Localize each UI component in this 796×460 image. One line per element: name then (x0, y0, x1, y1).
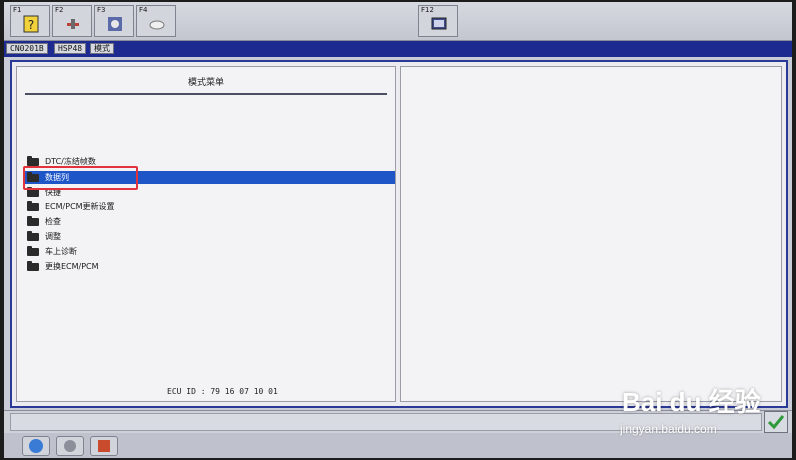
status-chip-mode: 模式 (90, 43, 114, 54)
menu-item-adjust[interactable]: 调整 (23, 230, 395, 243)
app-icon (64, 440, 76, 452)
f1-help-button[interactable]: F1 ? (10, 5, 50, 37)
f12-label: F12 (421, 6, 434, 14)
f2-button[interactable]: F2 (52, 5, 92, 37)
status-chip-code: HSP48 (54, 43, 87, 54)
watermark-site: jingyan.baidu.com (620, 422, 717, 436)
menu-item-onboard-diag[interactable]: 车上诊断 (23, 245, 395, 258)
start-button[interactable] (22, 436, 50, 456)
menu-item-check[interactable]: 检查 (23, 215, 395, 228)
help-icon: ? (23, 15, 39, 33)
f4-button[interactable]: F4 (136, 5, 176, 37)
folder-icon (27, 156, 39, 166)
menu-item-label: 更换ECM/PCM (45, 262, 99, 271)
diagnostic-screen: F1 ? F2 F3 F4 F12 CN0201B HSP48 模式 模式菜单 … (4, 2, 792, 458)
folder-icon (27, 201, 39, 211)
menu-item-label: 检查 (45, 217, 61, 226)
folder-icon (27, 231, 39, 241)
menu-item-label: 调整 (45, 232, 61, 241)
watermark-brand: Bai du 经验 (622, 387, 761, 417)
folder-icon (27, 261, 39, 271)
windows-icon (29, 439, 43, 453)
mode-menu-title: 模式菜单 (25, 73, 387, 95)
annotation-highlight-box (23, 166, 138, 190)
menu-item-ecm-update[interactable]: ECM/PCM更新设置 (23, 200, 395, 213)
cloud-icon (149, 20, 165, 30)
status-bar: CN0201B HSP48 模式 (4, 41, 792, 57)
tool-icon (67, 19, 79, 29)
baidu-jingyan-watermark: Bai du 经验 jingyan.baidu.com (616, 378, 786, 442)
f12-button[interactable]: F12 (418, 5, 458, 37)
folder-icon (27, 187, 39, 197)
menu-item-label: 车上诊断 (45, 247, 77, 256)
f4-label: F4 (139, 6, 148, 14)
folder-icon (27, 216, 39, 226)
status-chip-model: CN0201B (6, 43, 48, 54)
svg-text:?: ? (28, 18, 34, 32)
menu-item-replace-ecm[interactable]: 更换ECM/PCM (23, 260, 395, 273)
diagnostic-app-icon (98, 440, 110, 452)
vehicle-icon (108, 17, 122, 31)
main-frame: 模式菜单 DTC/冻结帧数 数据列 快捷 ECM/PCM更新设置 检查 调整 车… (10, 60, 788, 408)
f2-label: F2 (55, 6, 64, 14)
folder-icon (27, 246, 39, 256)
ecu-id-label: ECU ID : 79 16 07 10 01 (167, 387, 278, 396)
detail-panel (400, 66, 782, 402)
function-key-toolbar: F1 ? F2 F3 F4 F12 (4, 2, 792, 41)
f3-label: F3 (97, 6, 106, 14)
taskbar-app-button[interactable] (56, 436, 84, 456)
taskbar-diag-button[interactable] (90, 436, 118, 456)
mode-menu-panel: 模式菜单 DTC/冻结帧数 数据列 快捷 ECM/PCM更新设置 检查 调整 车… (16, 66, 396, 402)
f3-button[interactable]: F3 (94, 5, 134, 37)
f1-label: F1 (13, 6, 22, 14)
screen-icon (431, 17, 447, 30)
menu-item-label: ECM/PCM更新设置 (45, 202, 115, 211)
